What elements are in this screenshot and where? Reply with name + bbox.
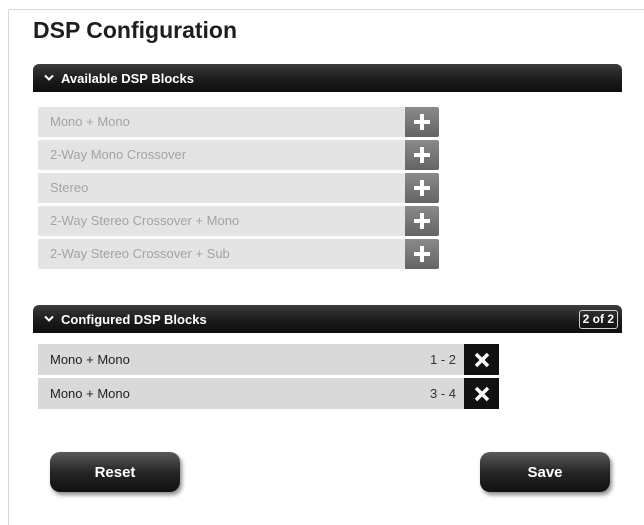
channel-range: 1 - 2 xyxy=(429,352,456,367)
available-blocks-header[interactable]: Available DSP Blocks xyxy=(33,64,622,92)
block-label: Stereo xyxy=(38,173,405,203)
configured-blocks-title: Configured DSP Blocks xyxy=(61,311,207,327)
add-block-button[interactable] xyxy=(405,107,439,137)
configured-block-label: Mono + Mono 1 - 2 xyxy=(38,344,464,375)
page-title: DSP Configuration xyxy=(33,17,238,43)
configured-blocks-list: Mono + Mono 1 - 2 Mono + Mono 3 - 4 xyxy=(38,344,499,412)
configured-blocks-header[interactable]: Configured DSP Blocks 2 of 2 xyxy=(33,305,622,333)
list-item: 2-Way Stereo Crossover + Mono xyxy=(38,206,439,236)
add-block-button[interactable] xyxy=(405,239,439,269)
configured-block-name: Mono + Mono xyxy=(50,352,130,367)
channel-range: 3 - 4 xyxy=(429,386,456,401)
table-row: Mono + Mono 1 - 2 xyxy=(38,344,499,375)
block-label: 2-Way Stereo Crossover + Mono xyxy=(38,206,405,236)
save-button[interactable]: Save xyxy=(480,452,610,492)
chevron-down-icon xyxy=(41,311,57,327)
close-icon xyxy=(474,386,489,401)
remove-block-button[interactable] xyxy=(464,344,499,375)
available-blocks-title: Available DSP Blocks xyxy=(61,70,194,86)
list-item: Stereo xyxy=(38,173,439,203)
chevron-down-icon xyxy=(41,70,57,86)
plus-icon xyxy=(414,246,430,262)
add-block-button[interactable] xyxy=(405,206,439,236)
plus-icon xyxy=(414,180,430,196)
close-icon xyxy=(474,352,489,367)
plus-icon xyxy=(414,114,430,130)
block-label: 2-Way Stereo Crossover + Sub xyxy=(38,239,405,269)
available-blocks-list: Mono + Mono 2-Way Mono Crossover Stereo … xyxy=(38,107,439,272)
plus-icon xyxy=(414,147,430,163)
remove-block-button[interactable] xyxy=(464,378,499,409)
table-row: Mono + Mono 3 - 4 xyxy=(38,378,499,409)
list-item: 2-Way Mono Crossover xyxy=(38,140,439,170)
configured-count-badge: 2 of 2 xyxy=(578,310,618,329)
plus-icon xyxy=(414,213,430,229)
configured-block-label: Mono + Mono 3 - 4 xyxy=(38,378,464,409)
block-label: Mono + Mono xyxy=(38,107,405,137)
add-block-button[interactable] xyxy=(405,173,439,203)
list-item: Mono + Mono xyxy=(38,107,439,137)
add-block-button[interactable] xyxy=(405,140,439,170)
configured-block-name: Mono + Mono xyxy=(50,386,130,401)
block-label: 2-Way Mono Crossover xyxy=(38,140,405,170)
reset-button[interactable]: Reset xyxy=(50,452,180,492)
list-item: 2-Way Stereo Crossover + Sub xyxy=(38,239,439,269)
